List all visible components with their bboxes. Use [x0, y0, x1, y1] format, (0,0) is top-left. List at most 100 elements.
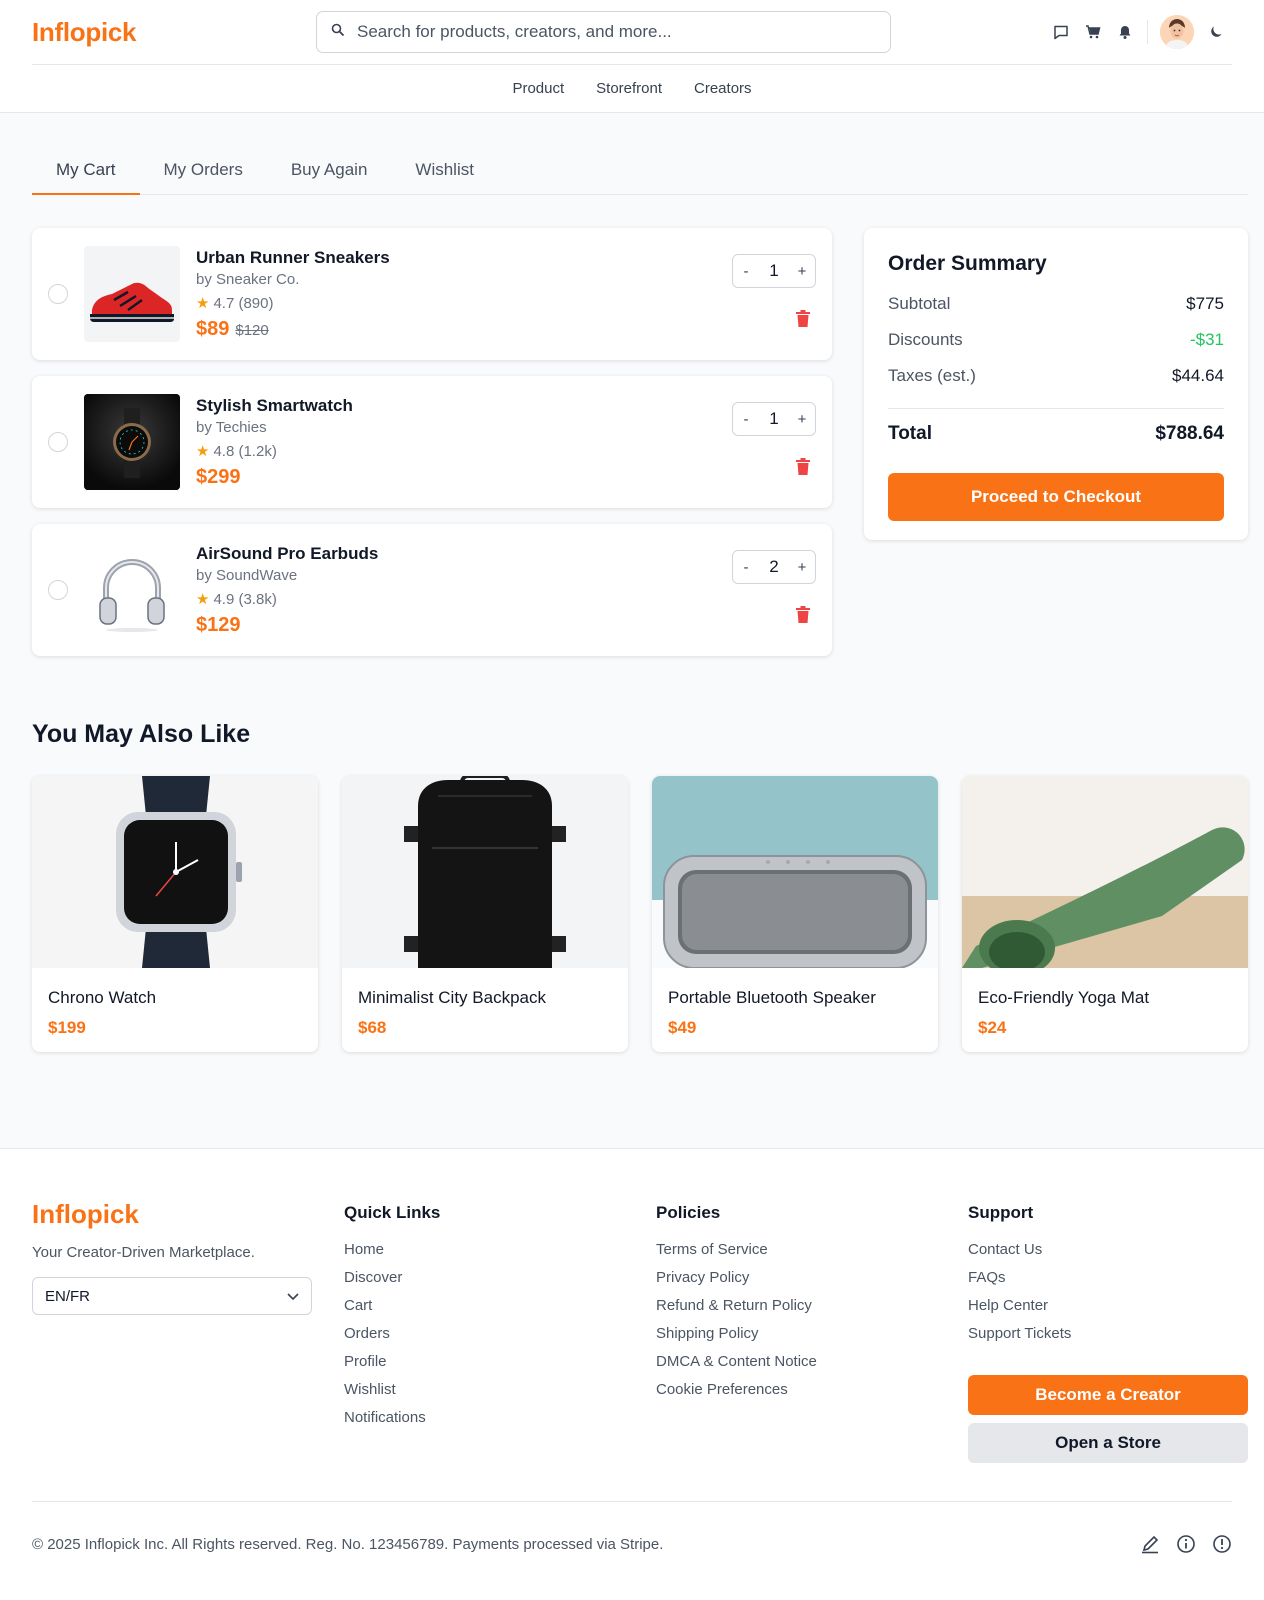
- increment-button[interactable]: +: [789, 411, 815, 428]
- product-card[interactable]: Chrono Watch $199: [32, 776, 318, 1052]
- item-name[interactable]: Stylish Smartwatch: [196, 396, 353, 416]
- rating-value: 4.9 (3.8k): [213, 591, 277, 608]
- trash-icon[interactable]: [796, 458, 812, 476]
- footer-link-privacy[interactable]: Privacy Policy: [656, 1269, 817, 1297]
- item-price: $129: [196, 614, 241, 637]
- divider: [1147, 20, 1148, 44]
- tab-my-orders[interactable]: My Orders: [140, 146, 267, 195]
- tab-wishlist[interactable]: Wishlist: [391, 146, 498, 195]
- item-checkbox[interactable]: [48, 432, 68, 452]
- product-name[interactable]: Eco-Friendly Yoga Mat: [978, 988, 1232, 1008]
- product-image-watch[interactable]: [32, 776, 318, 968]
- checkout-button[interactable]: Proceed to Checkout: [888, 473, 1224, 521]
- footer-link-terms[interactable]: Terms of Service: [656, 1241, 817, 1269]
- item-name[interactable]: AirSound Pro Earbuds: [196, 544, 378, 564]
- nav-creators[interactable]: Creators: [694, 80, 752, 97]
- nav-product[interactable]: Product: [512, 80, 564, 97]
- header: Inflopick: [32, 0, 1232, 65]
- footer-link-notifications[interactable]: Notifications: [344, 1409, 440, 1437]
- footer-logo[interactable]: Inflopick: [32, 1199, 312, 1230]
- subtotal-row: Subtotal $775: [888, 294, 1224, 330]
- quick-links-title: Quick Links: [344, 1203, 441, 1222]
- sub-navigation: Product Storefront Creators: [0, 65, 1264, 112]
- chevron-down-icon: [287, 1288, 299, 1305]
- product-price: $24: [978, 1018, 1007, 1037]
- quantity-stepper: - 1 +: [732, 254, 816, 288]
- footer-link-help[interactable]: Help Center: [968, 1297, 1264, 1325]
- star-icon: ★: [196, 443, 210, 460]
- item-checkbox[interactable]: [48, 284, 68, 304]
- product-image-sneakers[interactable]: [84, 246, 180, 342]
- discounts-row: Discounts -$31: [888, 330, 1224, 366]
- product-price: $49: [668, 1018, 697, 1037]
- footer-link-wishlist[interactable]: Wishlist: [344, 1381, 440, 1409]
- footer-link-shipping[interactable]: Shipping Policy: [656, 1325, 817, 1353]
- product-name[interactable]: Portable Bluetooth Speaker: [668, 988, 922, 1008]
- footer-link-home[interactable]: Home: [344, 1241, 440, 1269]
- item-seller: by SoundWave: [196, 567, 298, 584]
- price-current: $89: [196, 318, 230, 340]
- become-creator-button[interactable]: Become a Creator: [968, 1375, 1248, 1415]
- avatar[interactable]: [1160, 15, 1194, 49]
- trash-icon[interactable]: [796, 606, 812, 624]
- search-box[interactable]: [316, 11, 891, 53]
- product-image-earbuds[interactable]: [84, 542, 180, 638]
- item-checkbox[interactable]: [48, 580, 68, 600]
- increment-button[interactable]: +: [789, 559, 815, 576]
- product-card[interactable]: Eco-Friendly Yoga Mat $24: [962, 776, 1248, 1052]
- nav-storefront[interactable]: Storefront: [596, 80, 662, 97]
- footer-link-cart[interactable]: Cart: [344, 1297, 440, 1325]
- product-image-yoga-mat[interactable]: [962, 776, 1248, 968]
- footer-bottom: © 2025 Inflopick Inc. All Rights reserve…: [32, 1501, 1232, 1600]
- edit-icon[interactable]: [1140, 1534, 1160, 1559]
- tab-my-cart[interactable]: My Cart: [32, 146, 140, 195]
- cart-item: Urban Runner Sneakers by Sneaker Co. ★ 4.…: [32, 228, 832, 360]
- product-name[interactable]: Minimalist City Backpack: [358, 988, 612, 1008]
- item-rating: ★ 4.9 (3.8k): [196, 590, 277, 608]
- product-image-speaker[interactable]: [652, 776, 938, 968]
- cart-icon[interactable]: [1077, 16, 1109, 48]
- search-input[interactable]: [357, 22, 876, 42]
- product-card[interactable]: Minimalist City Backpack $68: [342, 776, 628, 1052]
- subtotal-value: $775: [1186, 294, 1224, 313]
- product-card[interactable]: Portable Bluetooth Speaker $49: [652, 776, 938, 1052]
- decrement-button[interactable]: -: [733, 559, 759, 576]
- tab-buy-again[interactable]: Buy Again: [267, 146, 392, 195]
- footer-link-dmca[interactable]: DMCA & Content Notice: [656, 1353, 817, 1381]
- footer-icons: [1140, 1534, 1232, 1559]
- quantity-value[interactable]: 2: [759, 557, 789, 577]
- chat-icon[interactable]: [1045, 16, 1077, 48]
- product-image-smartwatch[interactable]: [84, 394, 180, 490]
- taxes-label: Taxes (est.): [888, 366, 976, 385]
- star-icon: ★: [196, 295, 210, 312]
- product-name[interactable]: Chrono Watch: [48, 988, 302, 1008]
- item-name[interactable]: Urban Runner Sneakers: [196, 248, 390, 268]
- footer-link-discover[interactable]: Discover: [344, 1269, 440, 1297]
- footer-link-orders[interactable]: Orders: [344, 1325, 440, 1353]
- footer-link-refund[interactable]: Refund & Return Policy: [656, 1297, 817, 1325]
- footer-link-tickets[interactable]: Support Tickets: [968, 1325, 1264, 1353]
- trash-icon[interactable]: [796, 310, 812, 328]
- footer-link-profile[interactable]: Profile: [344, 1353, 440, 1381]
- decrement-button[interactable]: -: [733, 411, 759, 428]
- open-store-button[interactable]: Open a Store: [968, 1423, 1248, 1463]
- product-image-backpack[interactable]: [342, 776, 628, 968]
- increment-button[interactable]: +: [789, 263, 815, 280]
- alert-icon[interactable]: [1212, 1534, 1232, 1559]
- quantity-value[interactable]: 1: [759, 409, 789, 429]
- decrement-button[interactable]: -: [733, 263, 759, 280]
- footer-link-cookies[interactable]: Cookie Preferences: [656, 1381, 817, 1409]
- language-select[interactable]: EN/FR: [32, 1277, 312, 1315]
- cart-item: AirSound Pro Earbuds by SoundWave ★ 4.9 (…: [32, 524, 832, 656]
- moon-icon[interactable]: [1200, 16, 1232, 48]
- footer-link-contact[interactable]: Contact Us: [968, 1241, 1264, 1269]
- footer-link-faqs[interactable]: FAQs: [968, 1269, 1264, 1297]
- quantity-value[interactable]: 1: [759, 261, 789, 281]
- footer-policies: Policies Terms of Service Privacy Policy…: [656, 1199, 817, 1409]
- item-seller: by Techies: [196, 419, 267, 436]
- order-summary: Order Summary Subtotal $775 Discounts -$…: [864, 228, 1248, 540]
- info-icon[interactable]: [1176, 1534, 1196, 1559]
- bell-icon[interactable]: [1109, 16, 1141, 48]
- top-bar: Inflopick Product: [0, 0, 1264, 113]
- logo[interactable]: Inflopick: [32, 17, 137, 48]
